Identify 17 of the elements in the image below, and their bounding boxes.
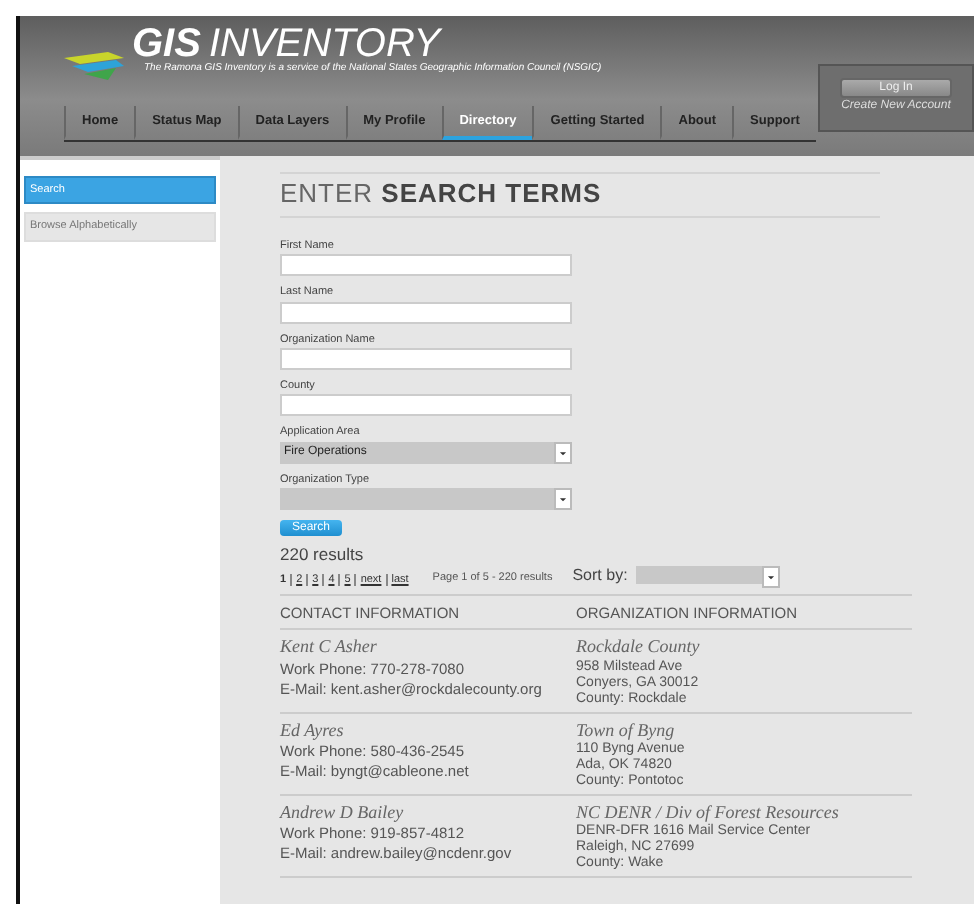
logo-text: GIS xyxy=(132,24,201,64)
contact-name: Andrew D Bailey xyxy=(280,802,406,823)
organization-name: Town of Byng xyxy=(576,719,677,741)
sort-label: Sort by: xyxy=(572,565,628,584)
input-field[interactable] xyxy=(280,394,572,417)
section-heading: ENTER SEARCH TERMS xyxy=(280,172,880,218)
results-count: 220 results xyxy=(280,545,366,566)
logo-text: INVENTORY xyxy=(208,24,441,64)
contact-name: Kent C Asher xyxy=(280,636,379,658)
contact-name: Ed Ayres xyxy=(280,719,346,741)
organization-name: NC DENR / Div of Forest Resources xyxy=(576,802,841,823)
input-field[interactable] xyxy=(280,254,572,277)
input-field[interactable] xyxy=(280,301,572,324)
organization-name: Rockdale County xyxy=(576,636,702,658)
input-field[interactable] xyxy=(280,347,572,370)
dropdown-field[interactable] xyxy=(280,487,572,510)
logo-stripes-icon xyxy=(64,52,124,80)
